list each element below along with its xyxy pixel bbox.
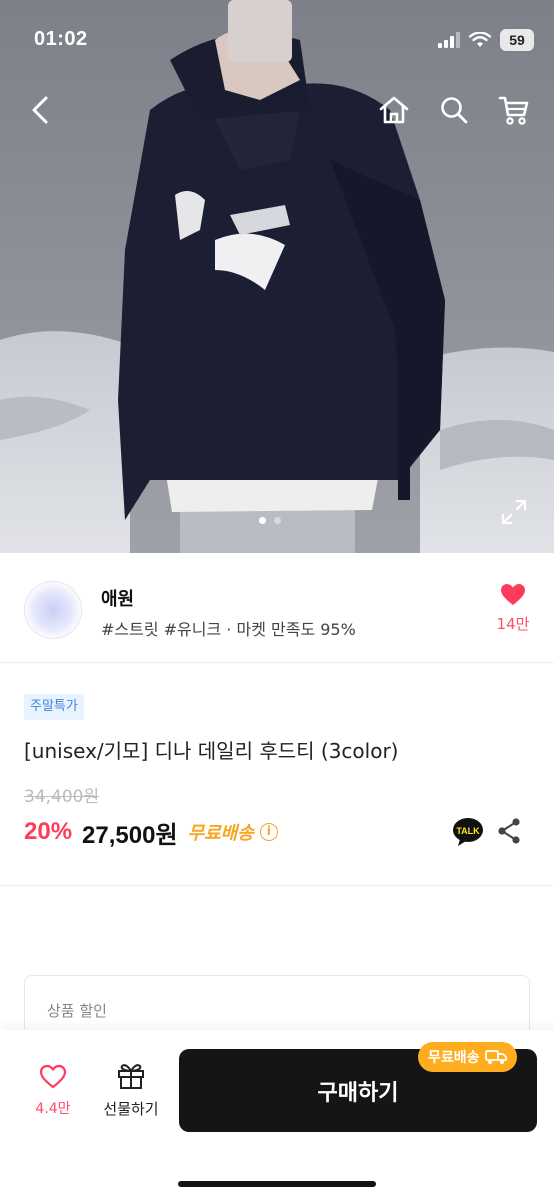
shop-tags: #스트릿 #유니크 · 마켓 만족도 95%: [101, 620, 356, 639]
heart-filled-icon: [501, 584, 525, 605]
back-button[interactable]: [20, 90, 60, 130]
kakao-talk-text: TALK: [456, 826, 480, 836]
share-icon: [498, 818, 520, 844]
top-nav: [0, 84, 554, 134]
free-shipping-pill-label: 무료배송: [428, 1050, 480, 1066]
status-bar: 01:02 59: [0, 0, 554, 84]
product-title: [unisex/기모] 디나 데일리 후드티 (3color): [24, 739, 399, 763]
free-shipping-pill: 무료배송: [418, 1042, 517, 1072]
discount-rate: 20%: [24, 818, 73, 845]
search-button[interactable]: [434, 90, 474, 130]
pager-dot-active: [259, 517, 266, 524]
search-icon: [441, 97, 468, 124]
home-icon: [379, 96, 409, 124]
battery-indicator: 59: [500, 29, 534, 51]
sale-price: 27,500원: [82, 821, 178, 849]
promo-badge: 주말특가: [24, 694, 84, 720]
home-button[interactable]: [374, 90, 414, 130]
wifi-icon: [469, 32, 491, 47]
status-icons: 59: [438, 28, 534, 52]
signal-icon: [438, 32, 460, 48]
shop-name[interactable]: 애원: [101, 585, 134, 611]
gift-button[interactable]: 선물하기: [98, 1062, 164, 1119]
kakao-share-button[interactable]: TALK: [452, 817, 484, 847]
free-shipping-label: 무료배송: [187, 823, 254, 844]
shop-like-button[interactable]: 14만: [490, 583, 536, 634]
discount-section-title: 상품 할인: [47, 1002, 107, 1020]
shop-avatar[interactable]: [24, 581, 82, 639]
truck-icon: [484, 1050, 507, 1064]
shop-info-row[interactable]: 애원 #스트릿 #유니크 · 마켓 만족도 95% 14만: [0, 553, 554, 663]
price-row: 20% 27,500원 무료배송 i: [24, 815, 278, 849]
expand-icon: [501, 499, 527, 525]
product-image-gallery[interactable]: 01:02 59: [0, 0, 554, 553]
share-button[interactable]: [496, 816, 522, 846]
gift-icon: [118, 1064, 144, 1089]
wishlist-button[interactable]: 4.4만: [24, 1064, 82, 1118]
status-time: 01:02: [34, 28, 88, 50]
cart-button[interactable]: [494, 90, 534, 130]
info-icon[interactable]: i: [259, 823, 278, 841]
shop-like-count: 14만: [496, 615, 530, 633]
kakao-talk-icon: TALK: [453, 818, 483, 846]
fullscreen-button[interactable]: [500, 498, 528, 526]
cart-icon: [498, 96, 529, 125]
heart-outline-icon: [39, 1064, 67, 1089]
original-price: 34,400원: [24, 787, 100, 807]
wishlist-count: 4.4만: [35, 1101, 71, 1117]
gift-label: 선물하기: [103, 1100, 159, 1118]
home-indicator: [178, 1181, 376, 1187]
pager-dot: [274, 517, 281, 524]
section-divider: [0, 885, 554, 886]
gallery-pager: [259, 517, 281, 524]
bottom-action-bar: 4.4만 선물하기 무료배송 구매하기: [0, 1030, 554, 1200]
chevron-left-icon: [32, 96, 48, 124]
